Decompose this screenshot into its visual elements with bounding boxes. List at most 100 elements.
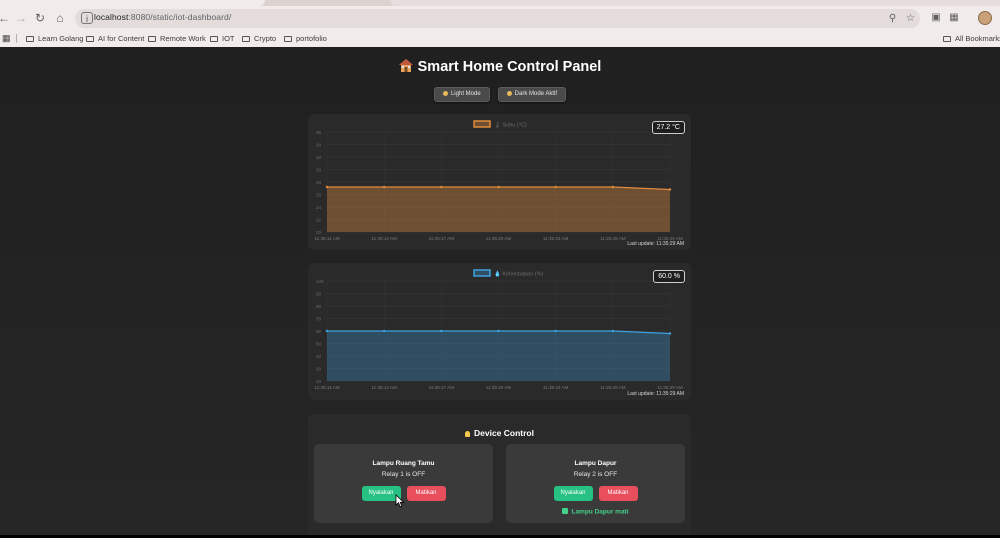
data-point [668, 332, 672, 335]
extensions-puzzle-icon[interactable]: ▦ [946, 10, 962, 26]
zoom-icon[interactable]: ⚲ [886, 12, 899, 25]
x-tick-label: 11:35:23 AM [543, 385, 569, 390]
bookmarks-bar: ▦ Learn Golang AI for Content Remote Wor… [0, 30, 1000, 47]
device-card-lampu-dapur: Lampu Dapur Relay 2 is OFF Nyalakan Mati… [506, 444, 685, 523]
folder-icon [210, 35, 218, 42]
dashboard-page: Smart Home Control Panel Light Mode Dark… [0, 47, 1000, 538]
x-tick-label: 11:35:11 AM [314, 385, 339, 390]
device-control-title-text: Device Control [474, 428, 534, 438]
bookmark-label: Remote Work [160, 34, 206, 43]
data-point [611, 329, 615, 333]
browser-toolbar: ← → ↻ ⌂ i localhost:8080/static/iot-dash… [0, 6, 1000, 30]
light-mode-button[interactable]: Light Mode [433, 87, 490, 102]
bookmark-star-icon[interactable]: ☆ [904, 12, 917, 25]
data-point [382, 329, 386, 333]
legend-swatch [473, 120, 491, 128]
house-icon [398, 59, 413, 72]
device-status-message-text: Lampu Dapur mati [571, 508, 629, 516]
device-name: Lampu Ruang Tamu [372, 460, 435, 467]
folder-icon [943, 35, 951, 42]
bookmark-iot[interactable]: IOT [210, 32, 235, 45]
device-control-panel: Device Control Lampu Ruang Tamu Relay 1 … [308, 414, 691, 538]
x-tick-label: 11:35:20 AM [486, 236, 512, 241]
forward-icon[interactable]: → [13, 10, 29, 26]
x-tick-label: 11:35:26 AM [600, 385, 626, 390]
y-tick-label: 36 [316, 130, 322, 135]
humidity-chart: 💧 Kelembaban (%) 20 30 40 50 60 70 80 90 100 11:35… [314, 269, 683, 390]
url-host: localhost [94, 12, 129, 22]
y-tick-label: 34 [316, 142, 322, 147]
apps-grid-icon[interactable]: ▦ [2, 33, 11, 44]
data-point [440, 329, 443, 333]
sun-icon [442, 90, 448, 96]
y-tick-label: 20 [316, 230, 322, 235]
bookmark-all-bookmarks[interactable]: All Bookmarks [943, 32, 1000, 45]
url-path: :8080/static/iot-dashboard/ [128, 12, 232, 22]
data-point [668, 188, 672, 191]
extension-icon[interactable]: ▣ [928, 10, 944, 26]
y-tick-label: 22 [316, 217, 322, 222]
lightbulb-icon [465, 430, 470, 437]
y-tick-label: 70 [316, 316, 322, 321]
reload-icon[interactable]: ↻ [32, 10, 48, 26]
check-icon [562, 508, 569, 514]
x-tick-label: 11:35:23 AM [543, 236, 569, 241]
y-tick-label: 80 [316, 304, 322, 309]
device-status-message: Lampu Dapur mati [506, 508, 685, 516]
bookmark-label: Learn Golang [38, 34, 84, 43]
legend-label: 🌡 Suhu (°C) [494, 122, 527, 129]
device-buttons: Nyalakan Matikan [506, 486, 685, 501]
back-icon[interactable]: ← [0, 10, 12, 26]
folder-icon [284, 35, 292, 42]
theme-switcher: Light Mode Dark Mode Aktif [0, 87, 1000, 102]
data-point [497, 329, 500, 333]
bookmark-crypto[interactable]: Crypto [242, 32, 276, 45]
y-tick-label: 26 [316, 192, 322, 197]
bookmark-label: All Bookmarks [955, 34, 1000, 43]
mouse-pointer-icon [395, 494, 405, 508]
data-point [325, 185, 329, 189]
y-tick-label: 60 [316, 329, 322, 334]
x-tick-label: 11:35:14 AM [371, 385, 397, 390]
data-point [554, 185, 557, 189]
dark-mode-label: Dark Mode Aktif [514, 91, 558, 97]
folder-icon [86, 35, 94, 42]
turn-off-button[interactable]: Matikan [598, 486, 638, 501]
y-tick-label: 50 [316, 341, 322, 346]
dark-mode-button[interactable]: Dark Mode Aktif [497, 87, 567, 102]
page-title-text: Smart Home Control Panel [417, 59, 602, 75]
bookmark-label: portofolio [296, 34, 327, 43]
temperature-value-badge: 27.2 °C [651, 121, 685, 134]
bookmark-remote-work[interactable]: Remote Work [148, 32, 206, 45]
profile-avatar[interactable] [978, 11, 992, 25]
folder-icon [26, 35, 34, 42]
y-tick-label: 90 [316, 291, 322, 296]
data-point [611, 185, 615, 189]
bookmark-label: AI for Content [98, 34, 145, 43]
bookmark-ai-for-content[interactable]: AI for Content [86, 32, 144, 45]
y-tick-label: 24 [316, 205, 322, 210]
x-tick-label: 11:35:29 AM [657, 385, 683, 390]
page-title: Smart Home Control Panel [0, 59, 1000, 75]
y-tick-label: 32 [316, 155, 322, 160]
y-tick-label: 30 [316, 366, 322, 371]
bookmark-label: Crypto [254, 34, 277, 43]
device-name: Lampu Dapur [574, 460, 617, 467]
series-area [327, 331, 670, 381]
turn-on-button[interactable]: Nyalakan [553, 486, 593, 501]
site-info-icon[interactable]: i [81, 12, 93, 24]
legend-swatch [473, 269, 491, 277]
temperature-last-update: Last update: 11:35:29 AM [627, 241, 684, 247]
turn-off-button[interactable]: Matikan [406, 486, 446, 501]
legend-label: 💧 Kelembaban (%) [494, 271, 544, 278]
bookmark-portofolio[interactable]: portofolio [284, 32, 327, 45]
x-tick-label: 11:35:20 AM [486, 385, 512, 390]
y-tick-label: 20 [316, 379, 322, 384]
humidity-chart-card: 💧 Kelembaban (%) 20 30 40 50 60 70 80 90 100 11:35… [308, 263, 691, 400]
relay-status: Relay 2 is OFF [573, 471, 618, 478]
moon-icon [506, 90, 512, 96]
address-bar[interactable]: i localhost:8080/static/iot-dashboard/ ⚲… [75, 9, 920, 28]
home-icon[interactable]: ⌂ [52, 10, 68, 26]
bookmark-learn-golang[interactable]: Learn Golang [26, 32, 83, 45]
device-control-title: Device Control [308, 428, 691, 438]
